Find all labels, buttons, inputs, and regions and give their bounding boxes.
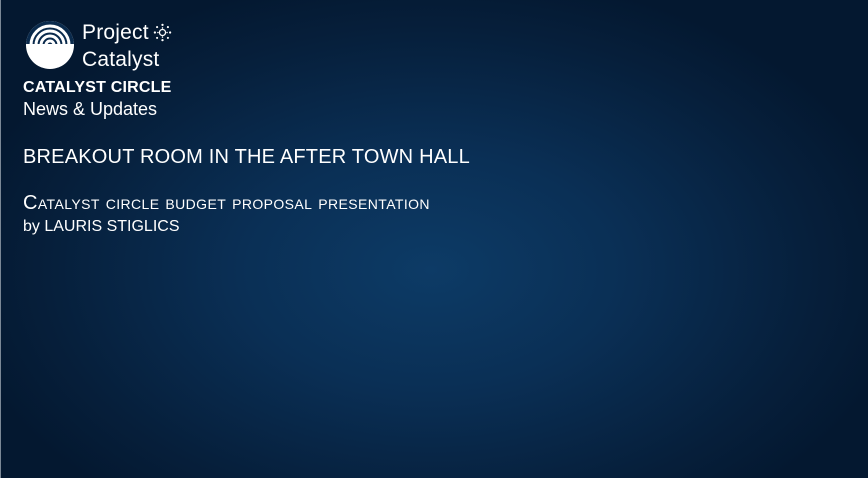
section-title: CATALYST CIRCLE	[23, 79, 172, 96]
headline: BREAKOUT ROOM IN THE AFTER TOWN HALL	[23, 146, 470, 168]
cardano-sun-icon	[153, 23, 172, 42]
brand-name: Project Catalyst	[82, 19, 172, 73]
talk-author: by LAURIS STIGLICS	[23, 218, 180, 235]
project-catalyst-logo-icon	[26, 21, 74, 69]
talk-title: Catalyst circle budget proposal presenta…	[23, 192, 430, 214]
brand-line-2: Catalyst	[82, 48, 160, 71]
brand-line-1: Project	[82, 21, 149, 44]
slide: Project Catalyst CATALYST CIRCLE News &	[0, 0, 868, 478]
section-subtitle: News & Updates	[23, 99, 158, 119]
